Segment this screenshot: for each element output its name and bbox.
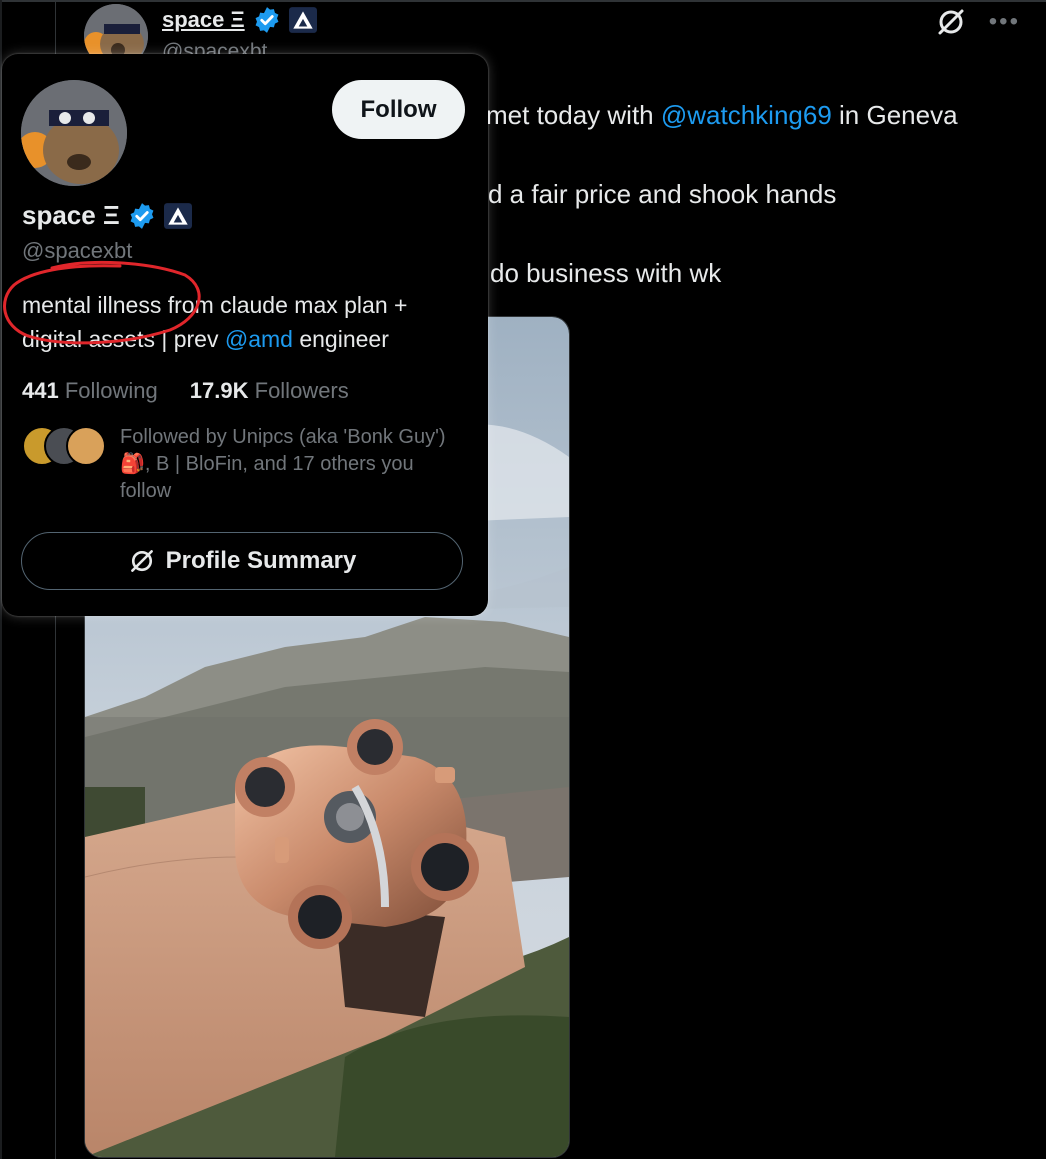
followed-by-avatars[interactable] xyxy=(22,426,106,466)
verified-badge-icon xyxy=(130,202,154,229)
profile-hover-card: Follow space Ξ @spacexbt mental illness … xyxy=(2,54,488,616)
mention-link[interactable]: @watchking69 xyxy=(661,100,832,130)
bio-text: engineer xyxy=(292,326,389,352)
profile-summary-label: Profile Summary xyxy=(165,547,357,574)
followed-by-text[interactable]: Followed by Unipcs (aka 'Bonk Guy') 🎒, B… xyxy=(120,424,465,505)
bio-text: digital assets | prev xyxy=(22,326,225,352)
followers-label: Followers xyxy=(254,378,349,403)
follow-button[interactable]: Follow xyxy=(332,80,465,139)
grok-icon[interactable] xyxy=(935,6,967,38)
following-count: 441 xyxy=(22,378,59,403)
tweet-display-name[interactable]: space Ξ xyxy=(162,7,245,33)
more-dots-icon[interactable]: ••• xyxy=(989,10,1020,34)
bio-line-1: mental illness from claude max plan + xyxy=(22,292,408,318)
tweet-text-line-2: d a fair price and shook hands xyxy=(488,179,837,209)
followers-stat[interactable]: 17.9K Followers xyxy=(190,378,349,404)
follow-stats: 441 Following 17.9K Followers xyxy=(22,378,349,404)
following-stat[interactable]: 441 Following xyxy=(22,378,158,404)
hover-card-display-name[interactable]: space Ξ xyxy=(22,200,120,231)
affiliate-badge-icon xyxy=(163,202,192,229)
verified-badge-icon xyxy=(255,7,279,33)
tweet-top-actions: ••• xyxy=(935,6,1020,38)
tweet-text: in Geneva xyxy=(831,100,958,130)
grok-icon xyxy=(130,550,153,572)
hover-card-avatar[interactable] xyxy=(21,80,127,186)
hover-card-name-row[interactable]: space Ξ xyxy=(22,200,192,231)
bio-line-2: digital assets | prev @amd engineer xyxy=(22,322,472,356)
followers-count: 17.9K xyxy=(189,378,249,403)
tweet-text: met today with xyxy=(486,100,661,130)
following-label: Following xyxy=(64,378,158,403)
hover-card-bio: mental illness from claude max plan + di… xyxy=(22,288,472,356)
follower-avatar xyxy=(66,426,106,466)
profile-summary-button[interactable]: Profile Summary xyxy=(21,532,463,590)
top-border xyxy=(0,0,1046,2)
bio-mention-link[interactable]: @amd xyxy=(225,326,293,352)
tweet-text-line-3: do business with wk xyxy=(490,258,722,288)
hover-card-handle[interactable]: @spacexbt xyxy=(22,238,132,264)
tweet-text-line-1: met today with @watchking69 in Geneva xyxy=(486,100,958,131)
tweet-author-name[interactable]: space Ξ xyxy=(162,6,317,34)
affiliate-badge-icon xyxy=(288,7,317,33)
